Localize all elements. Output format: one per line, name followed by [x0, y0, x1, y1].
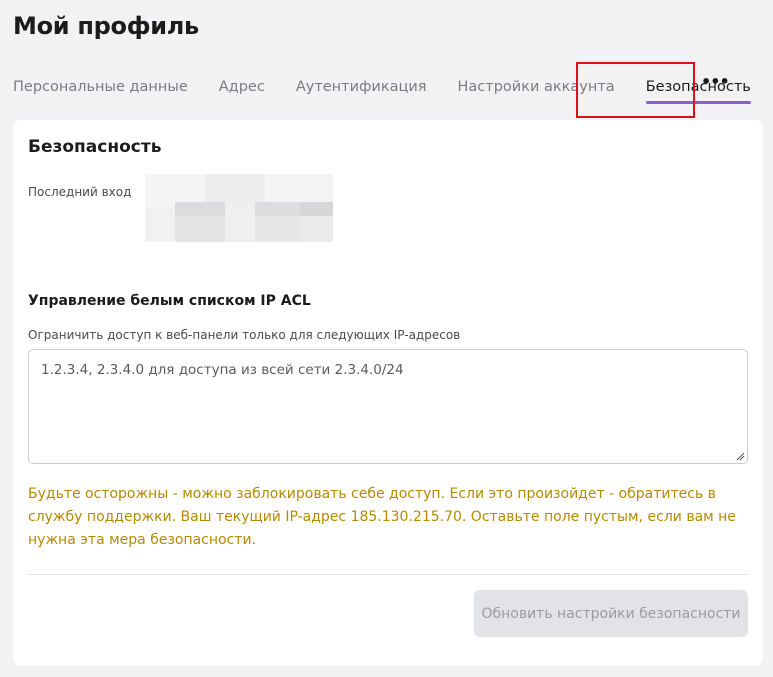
tab-authentication[interactable]: Аутентификация	[296, 79, 427, 95]
acl-description: Ограничить доступ к веб-панели только дл…	[28, 328, 461, 342]
last-login-label: Последний вход	[28, 185, 132, 199]
tab-personal-data[interactable]: Персональные данные	[13, 79, 188, 95]
more-horizontal-icon[interactable]: •••	[701, 72, 730, 91]
divider	[28, 574, 748, 575]
update-security-button[interactable]: Обновить настройки безопасности	[474, 590, 748, 637]
security-card: Безопасность Последний вход Управление б…	[13, 120, 763, 666]
tab-address[interactable]: Адрес	[219, 79, 265, 95]
section-title: Безопасность	[28, 137, 162, 157]
redacted-last-login-value	[145, 174, 333, 242]
page-title: Мой профиль	[13, 12, 199, 40]
resize-handle-icon[interactable]	[735, 451, 745, 461]
ip-acl-textarea[interactable]	[28, 349, 748, 464]
acl-title: Управление белым списком IP ACL	[28, 293, 311, 309]
highlight-frame	[576, 62, 695, 118]
warning-message: Будьте осторожны - можно заблокировать с…	[28, 486, 736, 548]
